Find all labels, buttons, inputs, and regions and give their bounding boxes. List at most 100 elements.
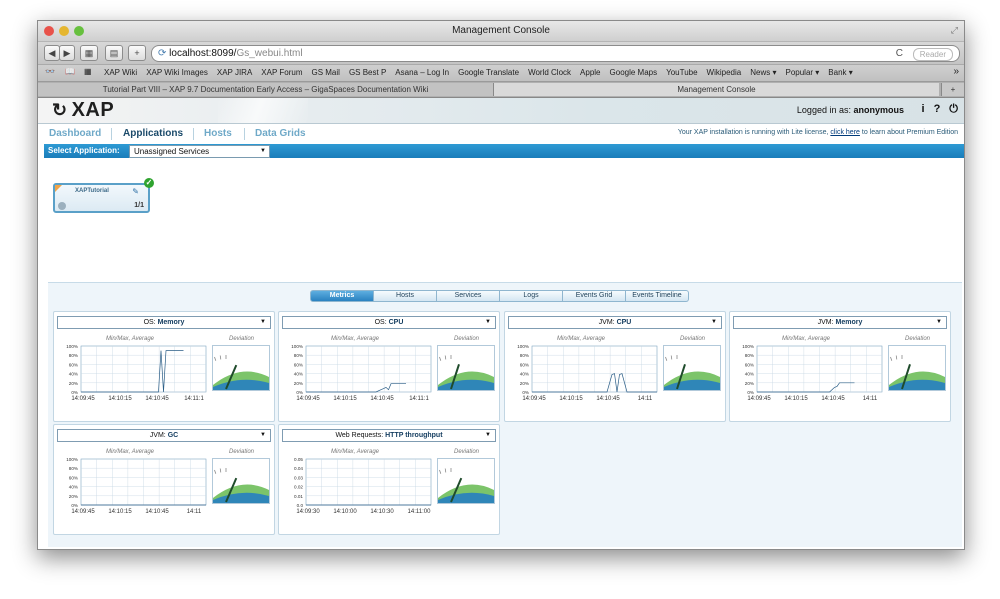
title-bar: Management Console ⤢ [38,21,964,42]
bookmark-item[interactable]: Google Maps [610,68,658,77]
bookmark-item[interactable]: Apple [580,68,600,77]
chevron-down-icon: ▼ [260,148,266,154]
x-tick-label: 14:11 [187,509,202,515]
tab-events-timeline[interactable]: Events Timeline [626,290,689,302]
bookmark-item[interactable]: News ▾ [750,68,776,77]
help-icon[interactable]: ? [934,103,941,116]
metric-chart: 100% 80% 60% 40% 20% 0%14:09:45 14:10:15 14:10:… [517,344,658,402]
deviation-gauge [663,345,721,391]
y-tick-label: 0.04 [294,466,303,471]
metric-select[interactable]: JVM: GC ▼ [57,429,271,442]
license-text: Your XAP installation is running with Li… [677,129,829,136]
new-tab-button[interactable]: + [941,83,964,96]
bookmark-item[interactable]: YouTube [666,68,697,77]
bookmark-item[interactable]: XAP JIRA [217,68,252,77]
reading-list-icon[interactable]: 👓 [45,67,55,76]
y-tick-label: 20% [745,381,754,386]
more-bookmarks-icon[interactable]: » [953,66,959,77]
tab-hosts[interactable]: Hosts [374,290,437,302]
app-header: ↻ XAP Logged in as: anonymous i ? ⏻ [38,98,964,124]
metric-select[interactable]: OS: CPU ▼ [282,316,496,329]
application-dropdown[interactable]: Unassigned Services ▼ [129,145,270,158]
y-tick-label: 80% [294,353,303,358]
back-button[interactable]: ◀ [44,45,60,61]
y-tick-label: 0% [71,390,78,395]
tab-services[interactable]: Services [437,290,500,302]
add-bookmark-button[interactable]: + [128,45,146,61]
x-tick-label: 14:10:45 [145,396,169,402]
login-label: Logged in as: [796,105,851,115]
fullscreen-icon[interactable]: ⤢ [951,25,958,36]
metric-panel: OS: CPU ▼ Min/Max, Average Deviation 100% 80%… [278,311,500,422]
metric-select[interactable]: JVM: Memory ▼ [733,316,947,329]
license-link[interactable]: click here [830,129,860,136]
metric-prefix: JVM: [149,432,166,439]
chevron-down-icon: ▼ [711,319,717,325]
nav-applications[interactable]: Applications [123,128,183,139]
metric-select[interactable]: OS: Memory ▼ [57,316,271,329]
metric-panel: JVM: GC ▼ Min/Max, Average Deviation 100% 80%… [53,424,275,535]
tab-events-grid[interactable]: Events Grid [563,290,626,302]
nav-hosts[interactable]: Hosts [204,128,232,139]
address-bar[interactable]: ⟳ localhost:8099/Gs_webui.html C Reader [151,45,960,62]
metric-select[interactable]: Web Requests: HTTP throughput ▼ [282,429,496,442]
y-tick-label: 20% [520,381,529,386]
check-icon: ✓ [144,178,154,188]
tab-tutorial[interactable]: Tutorial Part VIII – XAP 9.7 Documentati… [38,83,494,96]
y-tick-label: 0% [296,390,303,395]
deviation-gauge [212,458,270,504]
xap-logo: ↻ XAP [52,99,114,122]
service-instance-count: 1/1 [134,202,144,209]
tab-management-console[interactable]: Management Console [494,83,939,96]
reload-icon[interactable]: C [896,46,903,61]
y-tick-label: 0.02 [294,485,303,490]
metric-chart: 100% 80% 60% 40% 20% 0%14:09:45 14:10:15 14:10:… [66,344,207,402]
reader-button[interactable]: Reader [912,48,953,61]
bookmark-item[interactable]: XAP Wiki [104,68,137,77]
tab-metrics[interactable]: Metrics [310,290,374,302]
metric-panel: JVM: Memory ▼ Min/Max, Average Deviation 100… [729,311,951,422]
nav-dashboard[interactable]: Dashboard [49,128,101,139]
y-tick-label: 80% [520,353,529,358]
y-tick-label: 60% [745,362,754,367]
y-tick-label: 0% [522,390,529,395]
metric-select[interactable]: JVM: CPU ▼ [508,316,722,329]
y-tick-label: 40% [69,372,78,377]
bookmark-item[interactable]: Asana – Log In [395,68,449,77]
forward-button[interactable]: ▶ [59,45,75,61]
metric-chart: 0.05 0.04 0.03 0.02 0.01 0.014:09:30 14:10:00 1… [294,457,432,515]
bookmark-item[interactable]: Google Translate [458,68,519,77]
y-tick-label: 100% [742,344,754,349]
metric-panel: OS: Memory ▼ Min/Max, Average Deviation 100%… [53,311,275,422]
x-tick-label: 14:11 [863,396,878,402]
wrench-icon[interactable]: ✎ [132,187,139,196]
service-card[interactable]: XAPTutorial ✎ ✓ 1/1 [53,178,154,213]
nav-separator [193,128,194,140]
bookmark-item[interactable]: XAP Wiki Images [146,68,208,77]
y-tick-label: 0% [71,503,78,508]
y-tick-label: 80% [69,353,78,358]
main-nav: Dashboard Applications Hosts Data Grids … [38,124,964,144]
deviation-gauge [212,345,270,391]
home-icon[interactable]: ▦ [80,45,98,61]
metric-chart: 100% 80% 60% 40% 20% 0%14:09:45 14:10:15 14:10:… [291,344,432,402]
nav-data-grids[interactable]: Data Grids [255,128,306,139]
y-tick-label: 40% [69,485,78,490]
bookmark-item[interactable]: GS Best P [349,68,386,77]
bookmark-item[interactable]: Bank ▾ [828,68,852,77]
bookmarks-icon[interactable]: 📖 [65,67,75,76]
top-sites-icon[interactable]: ▦ [84,67,92,76]
metric-name: CPU [388,319,404,326]
bookmark-item[interactable]: World Clock [528,68,571,77]
x-tick-label: 14:10:45 [821,396,845,402]
bookmark-item[interactable]: GS Mail [311,68,339,77]
logout-icon[interactable]: ⏻ [949,103,958,116]
x-tick-label: 14:09:45 [747,396,771,402]
share-icon[interactable]: ▤ [105,45,123,61]
bookmark-item[interactable]: XAP Forum [261,68,302,77]
bookmark-item[interactable]: Popular ▾ [785,68,819,77]
tab-logs[interactable]: Logs [500,290,563,302]
bookmark-item[interactable]: Wikipedia [707,68,742,77]
info-icon[interactable]: i [922,103,925,116]
metric-chart: 100% 80% 60% 40% 20% 0%14:09:45 14:10:15 14:10:… [742,344,883,402]
